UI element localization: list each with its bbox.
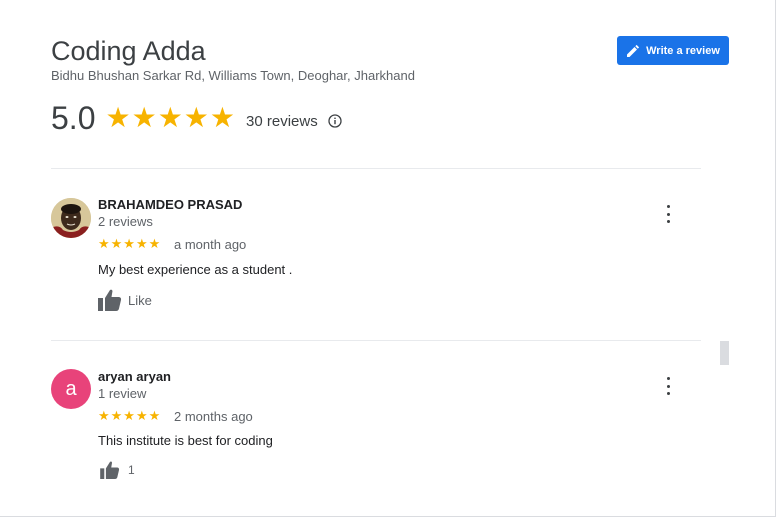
avatar[interactable]: a [51, 369, 91, 409]
more-options-icon[interactable] [661, 377, 675, 395]
reviewer-review-count: 2 reviews [98, 214, 153, 229]
write-review-label: Write a review [646, 44, 720, 57]
rating-stars: ★★★★★ [105, 102, 236, 133]
scrollbar-thumb[interactable] [720, 341, 729, 365]
avatar[interactable] [51, 198, 91, 238]
place-title: Coding Adda [51, 36, 206, 66]
rating-summary: 5.0 ★★★★★ 30 reviews [51, 98, 342, 138]
like-button[interactable]: 1 [98, 461, 135, 479]
review-stars: ★★★★★ [98, 408, 162, 423]
like-button[interactable]: Like [98, 289, 152, 311]
review-date: 2 months ago [174, 409, 253, 424]
rating-value: 5.0 [51, 99, 96, 136]
thumbs-up-icon [100, 461, 120, 479]
review-text: My best experience as a student . [98, 262, 293, 277]
reviewer-review-count: 1 review [98, 386, 147, 401]
write-review-button[interactable]: Write a review [617, 36, 729, 65]
reviewer-name[interactable]: aryan aryan [98, 369, 171, 384]
reviewer-name[interactable]: BRAHAMDEO PRASAD [98, 197, 242, 212]
thumbs-up-icon [98, 289, 122, 311]
like-label: Like [128, 292, 152, 308]
place-address: Bidhu Bhushan Sarkar Rd, Williams Town, … [51, 68, 415, 83]
review-text: This institute is best for coding [98, 433, 273, 448]
divider [51, 340, 701, 341]
divider [51, 168, 701, 169]
pencil-icon [627, 44, 640, 57]
review-count[interactable]: 30 reviews [246, 113, 318, 130]
info-icon[interactable] [328, 114, 342, 128]
review-date: a month ago [174, 237, 247, 252]
more-options-icon[interactable] [661, 205, 675, 223]
review-stars: ★★★★★ [98, 236, 162, 251]
like-count: 1 [128, 463, 135, 477]
